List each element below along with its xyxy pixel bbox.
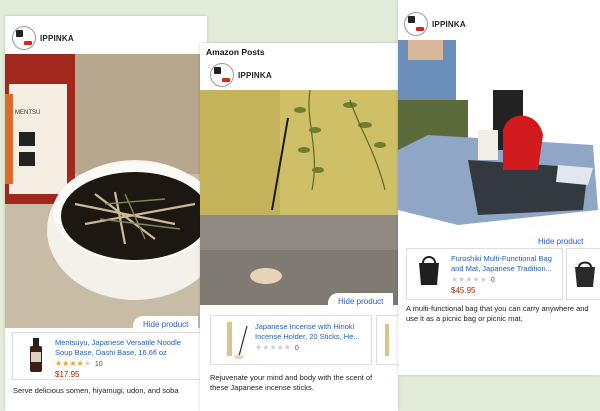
- star-empty-icon: ★: [458, 275, 466, 284]
- bottle-icon: [30, 338, 42, 372]
- product-tile[interactable]: Japanese Incense with Hinoki Incense Hol…: [210, 315, 372, 365]
- star-filled-icon: ★: [62, 359, 70, 368]
- next-product-peek[interactable]: [376, 315, 398, 365]
- rating-count: 0: [490, 276, 495, 284]
- amazon-posts-label: Amazon Posts: [206, 47, 265, 57]
- product-thumbnail: [221, 320, 249, 360]
- star-filled-icon: ★: [76, 359, 84, 368]
- brand-logo[interactable]: IPPINKA: [210, 63, 272, 87]
- star-empty-icon: ★: [262, 343, 270, 352]
- product-title-link[interactable]: Mentsuyu, Japanese Versatile Noodle Soup…: [55, 338, 195, 358]
- post-header: IPPINKA: [210, 63, 398, 87]
- rating-stars: ★ ★ ★ ★ ★ 0: [451, 276, 558, 284]
- post-header: IPPINKA: [404, 12, 600, 36]
- product-title-link[interactable]: Furoshiki Multi-Functional Bag and Mat, …: [451, 254, 558, 274]
- post-card-furoshiki: IPPINKA Hide product Furoshiki Multi-Fun…: [398, 0, 600, 375]
- ippinka-logo-icon: [210, 63, 234, 87]
- incense-sticks-icon: [227, 322, 248, 359]
- product-thumbnail: [23, 338, 49, 374]
- product-meta: Mentsuyu, Japanese Versatile Noodle Soup…: [55, 333, 201, 379]
- incense-photo: [200, 90, 398, 305]
- hide-product-button[interactable]: Hide product: [328, 293, 394, 310]
- ippinka-logo-icon: [12, 26, 36, 50]
- next-product-peek[interactable]: [566, 248, 600, 300]
- post-photo[interactable]: [200, 90, 398, 305]
- post-description: Rejuvenate your mind and body with the s…: [210, 373, 373, 392]
- hide-product-button[interactable]: Hide product: [133, 316, 199, 333]
- product-tile[interactable]: Mentsuyu, Japanese Versatile Noodle Soup…: [12, 332, 202, 380]
- post-header: IPPINKA: [12, 26, 207, 50]
- product-price: $45.95: [451, 286, 476, 295]
- post-photo[interactable]: MENTSU: [5, 54, 207, 328]
- brand-logo[interactable]: IPPINKA: [12, 26, 74, 50]
- star-empty-icon: ★: [451, 275, 459, 284]
- bag-peek-icon: [575, 261, 595, 287]
- rating-stars: ★ ★ ★ ★ ★ 10: [55, 360, 195, 368]
- star-empty-icon: ★: [255, 343, 263, 352]
- noodle-soup-photo: MENTSU: [5, 54, 207, 328]
- furoshiki-photo: [398, 40, 600, 240]
- rating-count: 0: [294, 344, 299, 352]
- product-title-link[interactable]: Japanese Incense with Hinoki Incense Hol…: [255, 322, 367, 342]
- star-empty-icon: ★: [269, 343, 277, 352]
- product-thumbnail: [417, 253, 445, 293]
- product-price: $17.95: [55, 370, 80, 379]
- post-description: A multi-functional bag that you can carr…: [406, 304, 589, 323]
- ippinka-logo-icon: [404, 12, 428, 36]
- brand-name: IPPINKA: [238, 70, 272, 80]
- post-photo[interactable]: [398, 40, 600, 240]
- brand-logo[interactable]: IPPINKA: [404, 12, 466, 36]
- rating-count: 10: [94, 360, 103, 368]
- star-empty-icon: ★: [276, 343, 284, 352]
- star-empty-icon: ★: [472, 275, 480, 284]
- star-empty-icon: ★: [465, 275, 473, 284]
- brand-name: IPPINKA: [40, 33, 74, 43]
- incense-peek-icon: [385, 324, 389, 356]
- star-filled-icon: ★: [55, 359, 63, 368]
- post-card-incense: Amazon Posts IPPINKA Hide product Japane…: [200, 43, 398, 411]
- rating-stars: ★ ★ ★ ★ ★ 0: [255, 344, 367, 352]
- product-tile[interactable]: Furoshiki Multi-Functional Bag and Mat, …: [406, 248, 563, 300]
- post-card-mentsuyu: IPPINKA MENTSU Hide product Mentsuyu, Ja…: [5, 16, 207, 411]
- post-description: Serve delicious somen, hiyamugi, udon, a…: [13, 386, 179, 395]
- star-empty-icon: ★: [83, 359, 91, 368]
- furoshiki-bag-icon: [419, 256, 439, 285]
- star-filled-icon: ★: [69, 359, 77, 368]
- product-meta: Furoshiki Multi-Functional Bag and Mat, …: [451, 249, 562, 295]
- product-meta: Japanese Incense with Hinoki Incense Hol…: [255, 316, 371, 352]
- brand-name: IPPINKA: [432, 19, 466, 29]
- star-empty-icon: ★: [479, 275, 487, 284]
- svg-text:MENTSU: MENTSU: [15, 110, 40, 116]
- star-empty-icon: ★: [283, 343, 291, 352]
